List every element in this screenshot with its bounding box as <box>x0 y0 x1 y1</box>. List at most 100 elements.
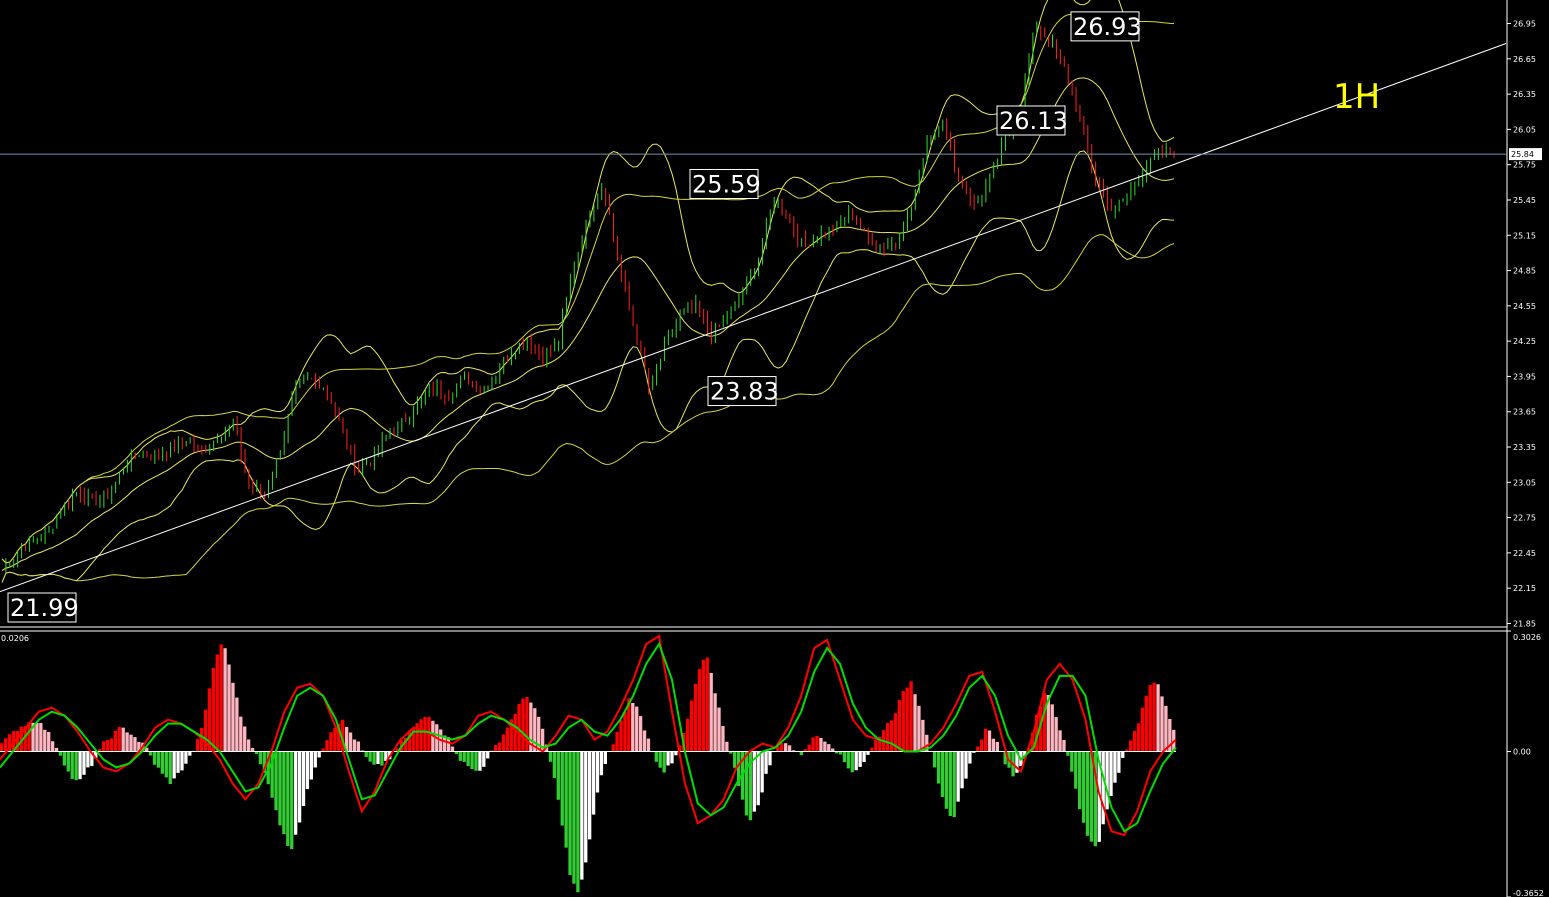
timeframe-label: 1H <box>1333 77 1380 117</box>
macd-plot: 0.3026 0.00 -0.3652 0.0206 <box>0 630 1544 897</box>
macd-value-label: 0.0206 <box>1 634 29 643</box>
macd-histogram-bar <box>305 751 310 790</box>
macd-histogram-bar <box>784 743 788 752</box>
macd-histogram-bar <box>290 751 294 850</box>
macd-histogram-bar <box>160 751 165 774</box>
macd-histogram-bar <box>760 751 764 793</box>
macd-histogram-bar <box>862 751 866 763</box>
trend-line[interactable] <box>0 43 1507 593</box>
macd-histogram-bar <box>325 740 329 752</box>
price-callout: 26.13 <box>996 105 1068 136</box>
macd-histogram-bar <box>231 682 235 752</box>
price-tick-label: 23.05 <box>1513 478 1536 487</box>
macd-histogram-bar <box>50 741 55 752</box>
macd-histogram-bar <box>1081 751 1086 823</box>
macd-histogram-bar <box>180 751 184 771</box>
macd-histogram-bar <box>505 727 509 752</box>
macd-histogram-bar <box>3 738 8 752</box>
macd-histogram-bar <box>595 751 600 793</box>
macd-histogram-bar <box>1042 692 1047 752</box>
macd-histogram-bar <box>646 738 651 752</box>
macd-histogram-bar <box>348 732 353 752</box>
macd-histogram-bar <box>133 737 137 752</box>
macd-histogram-bar <box>313 751 317 768</box>
macd-histogram-bar <box>623 712 627 752</box>
macd-histogram-bar <box>356 741 361 752</box>
macd-histogram-bar <box>27 722 31 752</box>
macd-histogram-bar <box>39 723 43 752</box>
macd-histogram-bar <box>1101 751 1105 825</box>
macd-histogram-bar <box>250 747 255 752</box>
price-callout: 23.83 <box>707 376 779 407</box>
macd-histogram-bar <box>1132 731 1137 752</box>
macd-histogram-bar <box>258 751 263 765</box>
callout-label: 23.83 <box>710 378 779 406</box>
price-tick-label: 26.05 <box>1513 125 1536 134</box>
macd-histogram-bar <box>552 751 557 779</box>
macd-histogram-bar <box>286 751 290 847</box>
macd-histogram-bar <box>1121 751 1125 758</box>
macd-histogram-bar <box>188 751 192 756</box>
macd-histogram-bar <box>842 751 847 763</box>
macd-histogram-bar <box>611 744 615 752</box>
macd-histogram-bar <box>697 669 702 752</box>
macd-histogram-bar <box>980 739 984 752</box>
macd-histogram-bar <box>333 727 337 752</box>
macd-histogram-bar <box>513 713 517 752</box>
macd-histogram-bar <box>811 737 815 752</box>
macd-histogram-bar <box>588 751 592 840</box>
macd-histogram-bar <box>580 751 584 880</box>
macd-histogram-bar <box>352 739 357 752</box>
price-tick-label: 25.75 <box>1513 161 1536 170</box>
macd-histogram-bar <box>364 751 368 757</box>
price-tick-label: 23.95 <box>1513 372 1536 381</box>
macd-histogram-bar <box>82 751 86 775</box>
macd-histogram-bar <box>184 751 188 764</box>
macd-histogram-bar <box>1156 684 1160 752</box>
macd-histogram-bar <box>227 664 231 752</box>
macd-histogram-bar <box>642 730 647 752</box>
macd-histogram-bar <box>807 744 811 752</box>
macd-histogram-bar <box>1062 739 1066 752</box>
price-tick-label: 22.15 <box>1513 584 1536 593</box>
macd-histogram-bar <box>470 751 474 769</box>
macd-histogram-bar <box>164 751 168 778</box>
macd-tick-label: 0.00 <box>1513 748 1531 757</box>
macd-histogram-bar <box>713 693 717 752</box>
macd-histogram-bar <box>521 698 525 752</box>
macd-histogram-bar <box>105 740 110 752</box>
macd-histogram-bar <box>686 718 690 752</box>
macd-histogram-bar <box>466 751 470 767</box>
macd-histogram-bar <box>948 751 952 816</box>
macd-histogram-bar <box>329 732 333 752</box>
bollinger-bands <box>1 0 1175 583</box>
bb1-lower <box>1 150 1175 583</box>
macd-histogram-bar <box>603 751 607 764</box>
macd-histogram-bar <box>1085 751 1090 836</box>
macd-histogram-bar <box>991 738 996 752</box>
macd-histogram-bar <box>936 751 941 784</box>
price-callout: 25.59 <box>689 169 761 200</box>
macd-histogram-bar <box>572 751 576 884</box>
price-callout: 21.99 <box>7 592 79 623</box>
macd-histogram-bar <box>944 751 949 809</box>
macd-histogram-bar <box>152 751 157 765</box>
macd-histogram-bar <box>983 728 988 752</box>
macd-histogram-bar <box>493 744 498 752</box>
macd-histogram-bar <box>615 731 619 752</box>
macd-histogram-bar <box>474 751 478 771</box>
macd-histogram-bar <box>850 751 854 773</box>
macd-histogram-bar <box>419 719 423 752</box>
macd-histogram-bar <box>70 751 74 779</box>
macd-histogram-bar <box>819 737 823 752</box>
price-tick-label: 24.55 <box>1513 302 1536 311</box>
macd-histogram-bar <box>846 751 851 769</box>
macd-histogram-bar <box>905 687 909 752</box>
macd-histogram-bar <box>995 741 999 752</box>
macd-histogram-bar <box>799 751 803 756</box>
macd-histogram-bar <box>662 751 666 773</box>
macd-histogram-bar <box>733 751 737 768</box>
price-callout: 26.93 <box>1070 11 1142 42</box>
macd-histogram-bar <box>823 741 827 752</box>
macd-histogram-bar <box>1144 695 1148 752</box>
